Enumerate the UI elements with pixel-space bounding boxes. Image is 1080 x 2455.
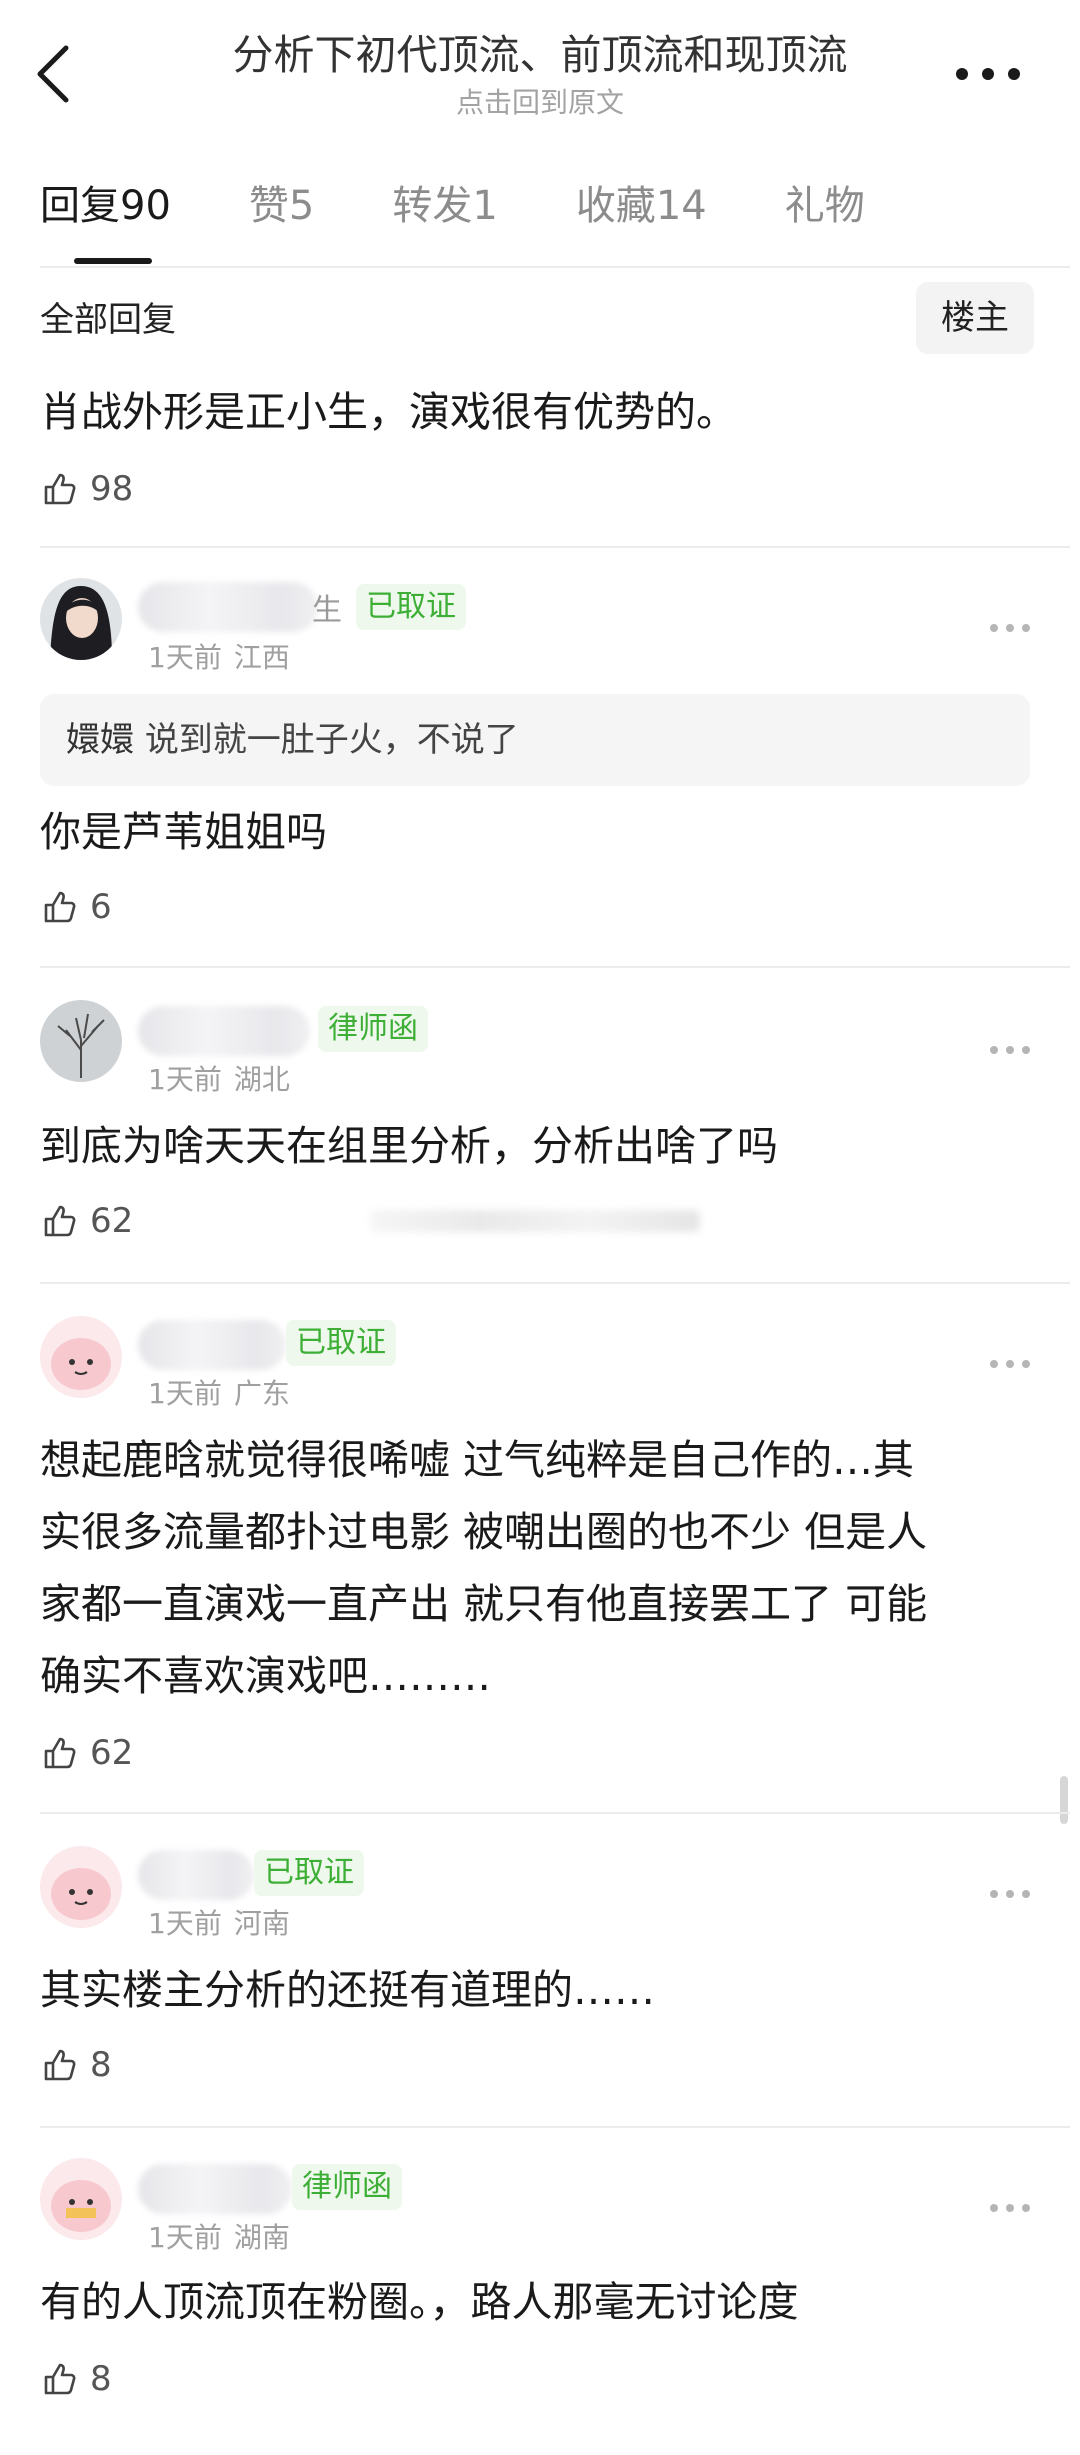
avatar[interactable] bbox=[40, 1000, 122, 1082]
comment-line: 实很多流量都扑过电影 被嘲出圈的也不少 但是人 bbox=[40, 1508, 928, 1556]
avatar-image bbox=[40, 2158, 122, 2240]
comment-line: 想起鹿晗就觉得很唏嘘 过气纯粹是自己作的…其 bbox=[40, 1436, 915, 1484]
avatar[interactable] bbox=[40, 1316, 122, 1398]
username-blurred[interactable] bbox=[138, 1850, 254, 1900]
back-to-post-link[interactable]: 点击回到原文 bbox=[190, 84, 890, 122]
like-button[interactable]: 8 bbox=[40, 2040, 112, 2090]
top-bar: 分析下初代顶流、前顶流和现顶流 点击回到原文 bbox=[0, 0, 1080, 140]
divider bbox=[40, 546, 1070, 548]
tab-replies[interactable]: 回复90 bbox=[40, 178, 171, 258]
quoted-reply[interactable]: 嬛嬛 说到就一肚子火，不说了 bbox=[40, 694, 1030, 786]
comment-text: 你是芦苇姐姐吗 bbox=[40, 808, 327, 856]
avatar-image bbox=[40, 1846, 122, 1928]
comment-text: 其实楼主分析的还挺有道理的…… bbox=[40, 1966, 655, 2014]
comment-more-button[interactable] bbox=[990, 2202, 1030, 2214]
comment-more-button[interactable] bbox=[990, 1044, 1030, 1056]
comment-more-button[interactable] bbox=[990, 1888, 1030, 1900]
more-options-button[interactable] bbox=[956, 64, 1020, 84]
status-badge: 已取证 bbox=[356, 584, 466, 630]
more-icon bbox=[990, 2204, 998, 2212]
like-button[interactable]: 62 bbox=[40, 1728, 133, 1778]
scrollbar[interactable] bbox=[1060, 1776, 1068, 1824]
all-replies-label: 全部回复 bbox=[40, 300, 176, 340]
divider bbox=[40, 266, 1070, 268]
username-blurred[interactable] bbox=[138, 1320, 286, 1370]
thumbs-up-icon bbox=[44, 2363, 76, 2395]
username-blurred[interactable] bbox=[138, 2164, 292, 2214]
more-icon bbox=[990, 624, 998, 632]
divider bbox=[40, 1812, 1070, 1814]
thumbs-up-icon bbox=[44, 2049, 76, 2081]
thumbs-up-icon bbox=[44, 1205, 76, 1237]
username-blurred[interactable] bbox=[138, 582, 318, 632]
more-icon bbox=[990, 1890, 998, 1898]
blurred-content bbox=[370, 1210, 700, 1232]
comment-line: 家都一直演戏一直产出 就只有他直接罢工了 可能 bbox=[40, 1580, 928, 1628]
comment-meta: 1天前 广东 bbox=[148, 1377, 290, 1410]
comment-line: 确实不喜欢演戏吧……… bbox=[40, 1652, 491, 1700]
comment-meta: 1天前 江西 bbox=[148, 641, 290, 674]
tab-reposts[interactable]: 转发1 bbox=[392, 178, 497, 258]
divider bbox=[40, 1282, 1070, 1284]
back-button[interactable] bbox=[26, 38, 82, 110]
chevron-left-icon bbox=[37, 45, 69, 103]
comment-text: 肖战外形是正小生，演戏很有优势的。 bbox=[40, 388, 737, 436]
comment-more-button[interactable] bbox=[990, 1358, 1030, 1370]
tab-favorites[interactable]: 收藏14 bbox=[576, 178, 707, 258]
avatar-image bbox=[40, 578, 122, 660]
comment-text: 到底为啥天天在组里分析，分析出啥了吗 bbox=[40, 1122, 778, 1170]
comment-more-button[interactable] bbox=[990, 622, 1030, 634]
comment-meta: 1天前 河南 bbox=[148, 1907, 290, 1940]
avatar[interactable] bbox=[40, 578, 122, 660]
like-button[interactable]: 8 bbox=[40, 2354, 112, 2404]
status-badge: 已取证 bbox=[286, 1320, 396, 1366]
status-badge: 已取证 bbox=[254, 1850, 364, 1896]
like-button[interactable]: 98 bbox=[40, 464, 133, 514]
more-icon bbox=[990, 1360, 998, 1368]
avatar[interactable] bbox=[40, 1846, 122, 1928]
tab-gifts[interactable]: 礼物 bbox=[785, 178, 865, 258]
op-only-button[interactable]: 楼主 bbox=[916, 282, 1034, 354]
avatar-image bbox=[40, 1000, 122, 1082]
tab-bar: 回复90 赞5 转发1 收藏14 礼物 bbox=[40, 178, 943, 258]
avatar[interactable] bbox=[40, 2158, 122, 2240]
status-badge: 律师函 bbox=[292, 2164, 402, 2210]
tab-likes[interactable]: 赞5 bbox=[249, 178, 314, 258]
like-button[interactable]: 62 bbox=[40, 1196, 133, 1246]
divider bbox=[40, 2126, 1070, 2128]
title-area[interactable]: 分析下初代顶流、前顶流和现顶流 点击回到原文 bbox=[190, 26, 890, 122]
more-icon bbox=[990, 1046, 998, 1054]
like-button[interactable]: 6 bbox=[40, 882, 112, 932]
comment-meta: 1天前 湖南 bbox=[148, 2221, 290, 2254]
divider bbox=[40, 966, 1070, 968]
comment-text: 有的人顶流顶在粉圈。，路人那毫无讨论度 bbox=[40, 2278, 799, 2326]
more-icon bbox=[956, 68, 968, 80]
thumbs-up-icon bbox=[44, 891, 76, 923]
username-blurred[interactable] bbox=[138, 1006, 310, 1056]
username-fragment: 生 bbox=[312, 593, 342, 628]
active-tab-indicator bbox=[74, 258, 152, 264]
status-badge: 律师函 bbox=[318, 1006, 428, 1052]
comment-meta: 1天前 湖北 bbox=[148, 1063, 290, 1096]
comment-text: 想起鹿晗就觉得很唏嘘 过气纯粹是自己作的…其 实很多流量都扑过电影 被嘲出圈的也… bbox=[40, 1424, 927, 1712]
post-title: 分析下初代顶流、前顶流和现顶流 bbox=[232, 31, 848, 79]
thumbs-up-icon bbox=[44, 473, 76, 505]
thumbs-up-icon bbox=[44, 1737, 76, 1769]
avatar-image bbox=[40, 1316, 122, 1398]
